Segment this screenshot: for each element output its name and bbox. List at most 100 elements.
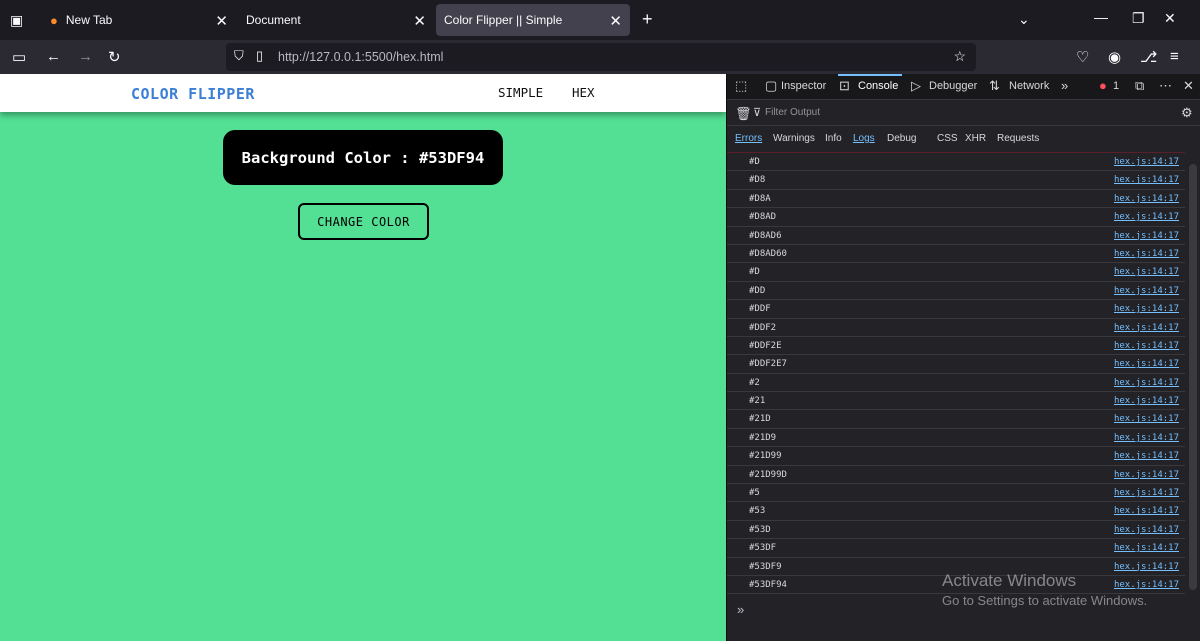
log-source-link[interactable]: hex.js:14:17: [1114, 433, 1179, 443]
settings-gear-icon[interactable]: ⚙: [1181, 105, 1193, 121]
close-icon[interactable]: ✕: [215, 12, 228, 30]
log-row: #53 hex.js:14:17: [727, 502, 1185, 521]
log-source-link[interactable]: hex.js:14:17: [1114, 231, 1179, 241]
tab-console[interactable]: Console: [837, 74, 903, 92]
pick-element-icon[interactable]: ⬚: [735, 78, 747, 94]
devtools-panel: ⬚ ▢ Inspector ⊡ Console ▷ Debugger ⇅ Net…: [726, 74, 1200, 641]
url-bar[interactable]: ⛉ ▯ http://127.0.0.1:5500/hex.html ☆: [226, 43, 976, 71]
new-tab-icon[interactable]: +: [642, 9, 653, 30]
log-message: #DD: [749, 285, 766, 296]
tab-network[interactable]: Network: [1009, 80, 1049, 92]
color-label: Background Color : #53DF94: [241, 148, 485, 167]
tab-manager-icon[interactable]: ▣: [10, 12, 23, 29]
restore-icon[interactable]: ❐: [1132, 10, 1145, 27]
log-message: #DDF: [749, 304, 771, 315]
brand-logo[interactable]: COLOR FLIPPER: [131, 85, 255, 103]
log-source-link[interactable]: hex.js:14:17: [1114, 543, 1179, 553]
log-source-link[interactable]: hex.js:14:17: [1114, 212, 1179, 222]
trash-icon[interactable]: 🗑: [735, 106, 752, 122]
log-source-link[interactable]: hex.js:14:17: [1114, 157, 1179, 167]
menu-icon[interactable]: ≡: [1170, 48, 1179, 65]
tab-new-tab[interactable]: ● New Tab ✕: [40, 4, 236, 36]
console-icon: ⊡: [839, 78, 850, 93]
log-row: #2 hex.js:14:17: [727, 374, 1185, 393]
log-row: #DDF2E hex.js:14:17: [727, 337, 1185, 356]
scrollbar-thumb[interactable]: [1189, 164, 1197, 590]
log-source-link[interactable]: hex.js:14:17: [1114, 304, 1179, 314]
firefox-icon: ●: [50, 12, 58, 28]
log-message: #D8: [749, 175, 766, 186]
filter-input[interactable]: Filter Output: [765, 107, 820, 118]
console-scrollbar[interactable]: [1185, 152, 1200, 602]
shield-icon[interactable]: ⛉: [234, 48, 244, 64]
filter-errors[interactable]: Errors: [735, 133, 762, 144]
log-row: #21D9 hex.js:14:17: [727, 429, 1185, 448]
tab-inspector[interactable]: Inspector: [781, 80, 826, 92]
log-source-link[interactable]: hex.js:14:17: [1114, 470, 1179, 480]
nav-link-hex[interactable]: HEX: [572, 85, 595, 100]
filter-debug[interactable]: Debug: [887, 133, 916, 144]
tab-title: New Tab: [65, 13, 113, 27]
tab-document[interactable]: Document ✕: [238, 4, 434, 36]
account-icon[interactable]: ◉: [1108, 48, 1121, 66]
error-icon[interactable]: ●: [1099, 78, 1107, 93]
change-color-button[interactable]: CHANGE COLOR: [298, 203, 429, 240]
console-log-list[interactable]: #D hex.js:14:17 #D8 hex.js:14:17 #D8A hex.js:…: [727, 152, 1185, 602]
more-tabs-icon[interactable]: »: [1061, 78, 1068, 93]
filter-info[interactable]: Info: [825, 133, 842, 144]
filter-bar: 🗑 ⊽ Filter Output ⚙: [727, 100, 1200, 126]
options-icon[interactable]: ⋯: [1159, 78, 1172, 94]
network-icon: ⇅: [989, 78, 1000, 93]
log-source-link[interactable]: hex.js:14:17: [1114, 194, 1179, 204]
nav-link-simple[interactable]: SIMPLE: [498, 85, 543, 100]
filter-css[interactable]: CSS: [937, 133, 958, 144]
log-message: #21D99D: [749, 469, 787, 480]
tab-debugger[interactable]: Debugger: [929, 80, 977, 92]
log-source-link[interactable]: hex.js:14:17: [1114, 267, 1179, 277]
pocket-icon[interactable]: ♡: [1076, 48, 1089, 66]
log-source-link[interactable]: hex.js:14:17: [1114, 451, 1179, 461]
filter-requests[interactable]: Requests: [997, 133, 1039, 144]
console-prompt-icon[interactable]: »: [737, 602, 744, 617]
back-icon[interactable]: ←: [46, 48, 61, 65]
forward-icon[interactable]: →: [78, 48, 93, 65]
chevron-down-icon[interactable]: ⌄: [1018, 11, 1030, 28]
log-source-link[interactable]: hex.js:14:17: [1114, 359, 1179, 369]
log-source-link[interactable]: hex.js:14:17: [1114, 323, 1179, 333]
log-source-link[interactable]: hex.js:14:17: [1114, 286, 1179, 296]
log-message: #53: [749, 506, 766, 517]
filter-xhr[interactable]: XHR: [965, 133, 986, 144]
tab-color-flipper[interactable]: Color Flipper || Simple ✕: [436, 4, 630, 36]
url-text[interactable]: http://127.0.0.1:5500/hex.html: [278, 50, 443, 64]
log-row: #D hex.js:14:17: [727, 263, 1185, 282]
page-icon: ▯: [256, 48, 264, 63]
category-bar: Errors Warnings Info Logs Debug CSS XHR …: [727, 126, 1200, 152]
log-source-link[interactable]: hex.js:14:17: [1114, 175, 1179, 185]
close-window-icon[interactable]: ✕: [1164, 10, 1176, 27]
close-icon[interactable]: ✕: [413, 12, 426, 30]
log-message: #2: [749, 377, 760, 388]
dock-icon[interactable]: ⧉: [1135, 78, 1144, 94]
log-row: #DDF2E7 hex.js:14:17: [727, 355, 1185, 374]
filter-warnings[interactable]: Warnings: [773, 133, 815, 144]
minimize-icon[interactable]: —: [1094, 9, 1108, 25]
log-source-link[interactable]: hex.js:14:17: [1114, 249, 1179, 259]
close-icon[interactable]: ✕: [1183, 78, 1194, 94]
reload-icon[interactable]: ↻: [108, 48, 121, 66]
extensions-icon[interactable]: ⎇: [1140, 48, 1157, 66]
log-source-link[interactable]: hex.js:14:17: [1114, 341, 1179, 351]
log-row: #5 hex.js:14:17: [727, 484, 1185, 503]
log-source-link[interactable]: hex.js:14:17: [1114, 488, 1179, 498]
log-source-link[interactable]: hex.js:14:17: [1114, 525, 1179, 535]
log-source-link[interactable]: hex.js:14:17: [1114, 414, 1179, 424]
sidebar-icon[interactable]: ▭: [12, 48, 26, 66]
bookmark-star-icon[interactable]: ☆: [953, 48, 966, 65]
web-page: COLOR FLIPPER SIMPLE HEX Background Colo…: [0, 74, 726, 641]
error-count[interactable]: 1: [1113, 80, 1119, 92]
log-source-link[interactable]: hex.js:14:17: [1114, 396, 1179, 406]
filter-logs[interactable]: Logs: [853, 133, 875, 144]
log-source-link[interactable]: hex.js:14:17: [1114, 378, 1179, 388]
log-source-link[interactable]: hex.js:14:17: [1114, 506, 1179, 516]
close-icon[interactable]: ✕: [609, 12, 622, 30]
tab-strip: ▣ ● New Tab ✕ Document ✕ Color Flipper |…: [0, 0, 1200, 40]
